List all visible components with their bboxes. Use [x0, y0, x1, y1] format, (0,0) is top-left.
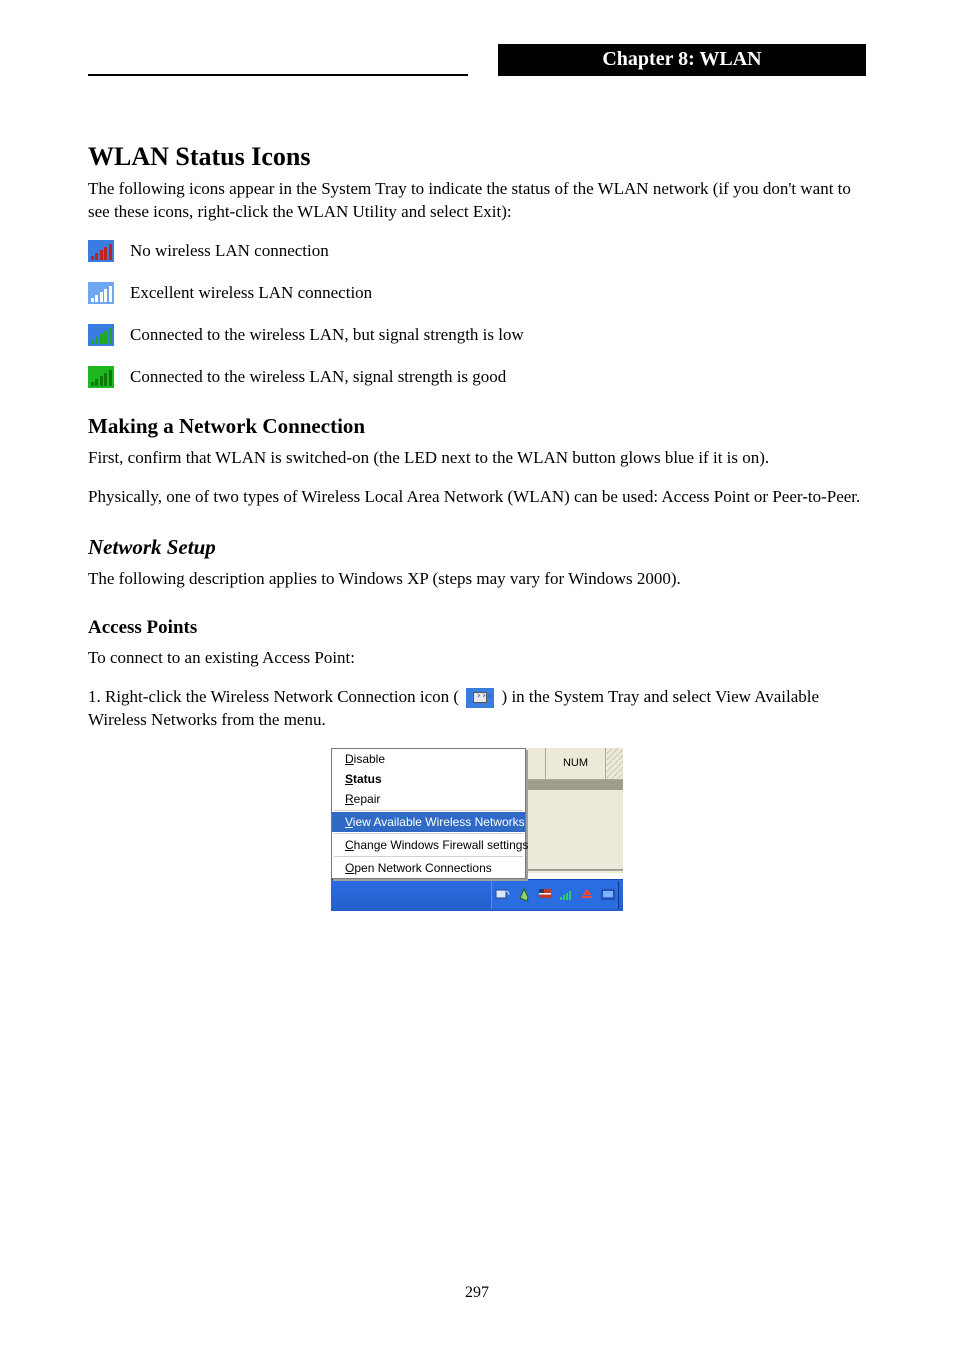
status-icon-list: No wireless LAN connection Excellent wir… [88, 240, 866, 388]
flag-tray-icon[interactable] [534, 881, 555, 909]
status-icon-label: No wireless LAN connection [130, 241, 329, 261]
system-tray [491, 881, 619, 909]
menu-item-disable[interactable]: Disable [332, 749, 525, 769]
para-status-icons: The following icons appear in the System… [88, 178, 866, 224]
status-icon-label: Connected to the wireless LAN, but signa… [130, 325, 524, 345]
heading-access-points: Access Points [88, 617, 866, 639]
header-rule [88, 74, 468, 76]
wireless-connection-tray-icon: ››› [466, 688, 494, 708]
device-tray-icon[interactable] [513, 881, 534, 909]
heading-network-setup: Network Setup [88, 535, 866, 560]
para-confirm-on: First, confirm that WLAN is switched-on … [88, 447, 866, 470]
signal-icon-excellent [88, 282, 114, 304]
context-menu: Disable Status Repair View Available Wir… [331, 748, 526, 879]
app-status-bar: NUM [526, 748, 623, 780]
signal-icon-low [88, 324, 114, 346]
num-lock-indicator: NUM [545, 748, 605, 779]
menu-item-open-connections[interactable]: Open Network Connections [332, 858, 525, 878]
page-header: Chapter 8: WLAN [88, 44, 866, 72]
page-number: 297 [0, 1284, 954, 1302]
menu-separator [334, 833, 523, 834]
step-1: 1. Right-click the Wireless Network Conn… [88, 686, 866, 732]
para-applies-xp: The following description applies to Win… [88, 568, 866, 591]
menu-separator [334, 810, 523, 811]
menu-item-repair[interactable]: Repair [332, 789, 525, 809]
menu-separator [334, 856, 523, 857]
status-icon-label: Connected to the wireless LAN, signal st… [130, 367, 506, 387]
status-icon-row: Excellent wireless LAN connection [88, 282, 866, 304]
monitor-tray-icon[interactable] [597, 881, 618, 909]
status-icon-row: Connected to the wireless LAN, signal st… [88, 366, 866, 388]
signal-tray-icon[interactable] [555, 881, 576, 909]
menu-item-firewall[interactable]: Change Windows Firewall settings [332, 835, 525, 855]
status-icon-row: No wireless LAN connection [88, 240, 866, 262]
para-wlan-types: Physically, one of two types of Wireless… [88, 486, 866, 509]
signal-icon-good [88, 366, 114, 388]
heading-wlan-status-icons: WLAN Status Icons [88, 142, 866, 172]
heading-making-connection: Making a Network Connection [88, 414, 866, 439]
signal-icon-none [88, 240, 114, 262]
window-border [526, 780, 623, 790]
step-number: 1. [88, 687, 101, 706]
status-icon-row: Connected to the wireless LAN, but signa… [88, 324, 866, 346]
chapter-title: Chapter 8: WLAN [498, 44, 866, 76]
menu-item-status[interactable]: Status [332, 769, 525, 789]
eject-tray-icon[interactable] [576, 881, 597, 909]
wireless-connection-tray-icon[interactable] [492, 881, 513, 909]
para-connect-intro: To connect to an existing Access Point: [88, 647, 866, 670]
app-client-area [526, 790, 623, 870]
taskbar [331, 879, 623, 911]
status-icon-label: Excellent wireless LAN connection [130, 283, 372, 303]
context-menu-screenshot: NUM Disable Status Repair View Available… [331, 748, 623, 911]
resize-grip-icon [605, 748, 623, 779]
menu-item-view-networks[interactable]: View Available Wireless Networks [332, 812, 525, 832]
step-text-pre: Right-click the Wireless Network Connect… [105, 687, 459, 706]
